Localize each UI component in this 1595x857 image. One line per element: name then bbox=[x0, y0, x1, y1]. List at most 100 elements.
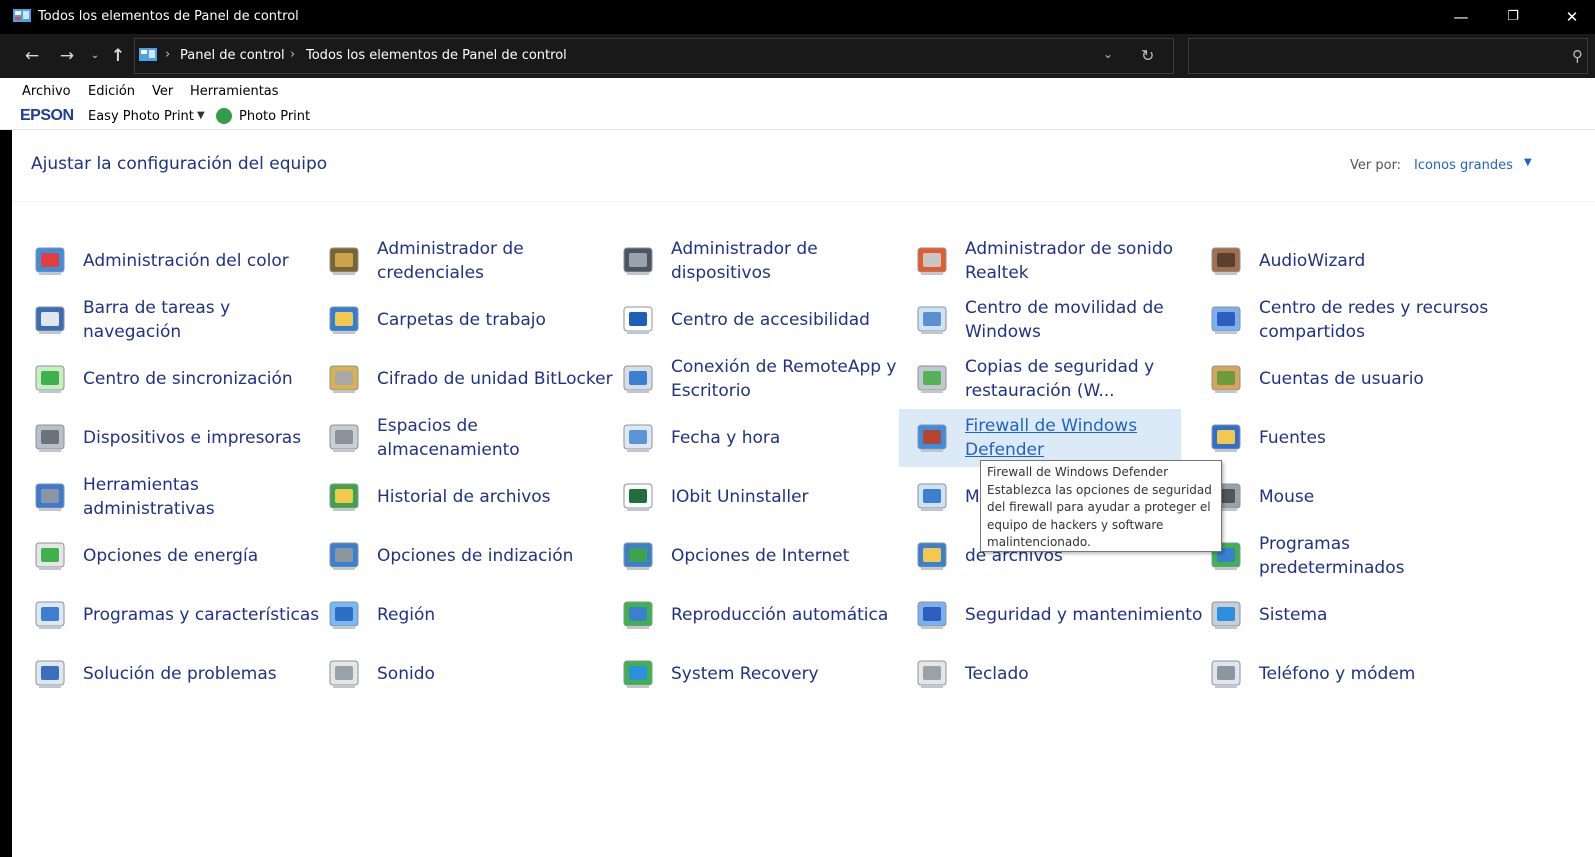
cp-item[interactable]: Administrador de sonido Realtek bbox=[915, 232, 1201, 290]
cp-item-label[interactable]: Conexión de RemoteApp y Escritorio bbox=[671, 350, 911, 408]
cp-item-label[interactable]: Centro de accesibilidad bbox=[671, 291, 911, 349]
cp-item-label[interactable]: Administración del color bbox=[83, 232, 323, 290]
cp-item-label[interactable]: Programas predeterminados bbox=[1259, 527, 1499, 585]
cp-item-label[interactable]: Dispositivos e impresoras bbox=[83, 409, 323, 467]
menu-archivo[interactable]: Archivo bbox=[22, 84, 71, 99]
cp-item[interactable]: Administración del color bbox=[33, 232, 319, 290]
cp-item-label[interactable]: Administrador de sonido Realtek bbox=[965, 232, 1205, 290]
search-input[interactable]: ⚲ bbox=[1188, 38, 1588, 74]
restore-button[interactable]: ❐ bbox=[1490, 4, 1536, 30]
breadcrumb-all-items[interactable]: Todos los elementos de Panel de control bbox=[306, 48, 567, 63]
breadcrumb-control-panel[interactable]: Panel de control bbox=[180, 48, 285, 63]
cp-item-label[interactable]: Teclado bbox=[965, 645, 1205, 703]
cp-item-label[interactable]: Herramientas administrativas bbox=[83, 468, 323, 526]
cp-item-label[interactable]: AudioWizard bbox=[1259, 232, 1499, 290]
cp-item[interactable]: Copias de seguridad y restauración (W... bbox=[915, 350, 1201, 408]
cp-item[interactable]: Fecha y hora bbox=[621, 409, 907, 467]
cp-item-label[interactable]: Teléfono y módem bbox=[1259, 645, 1499, 703]
cp-item[interactable]: Cifrado de unidad BitLocker bbox=[327, 350, 613, 408]
cp-item-label[interactable]: Centro de redes y recursos compartidos bbox=[1259, 291, 1499, 349]
cp-item[interactable]: Dispositivos e impresoras bbox=[33, 409, 319, 467]
cp-item[interactable]: Espacios de almacenamiento bbox=[327, 409, 613, 467]
cp-item[interactable]: System Recovery bbox=[621, 645, 907, 703]
cp-item-label[interactable]: Reproducción automática bbox=[671, 586, 911, 644]
cp-item[interactable]: Administrador de credenciales bbox=[327, 232, 613, 290]
cp-item-label[interactable]: Centro de movilidad de Windows bbox=[965, 291, 1205, 349]
cp-item-label[interactable]: Fecha y hora bbox=[671, 409, 911, 467]
cp-item-label[interactable]: Región bbox=[377, 586, 617, 644]
dropdown-arrow-icon[interactable]: ▼ bbox=[197, 110, 205, 121]
cp-item[interactable]: Barra de tareas y navegación bbox=[33, 291, 319, 349]
cp-item[interactable]: Fuentes bbox=[1209, 409, 1495, 467]
cp-item[interactable]: Cuentas de usuario bbox=[1209, 350, 1495, 408]
cp-item[interactable]: Opciones de indización bbox=[327, 527, 613, 585]
cp-item-label[interactable]: Copias de seguridad y restauración (W... bbox=[965, 350, 1205, 408]
cp-item-label[interactable]: IObit Uninstaller bbox=[671, 468, 911, 526]
cp-item-label[interactable]: Sonido bbox=[377, 645, 617, 703]
cp-item-label[interactable]: Carpetas de trabajo bbox=[377, 291, 617, 349]
cp-item[interactable]: IObit Uninstaller bbox=[621, 468, 907, 526]
cp-item[interactable]: Seguridad y mantenimiento bbox=[915, 586, 1202, 644]
minimize-button[interactable]: — bbox=[1438, 4, 1484, 30]
cp-item[interactable]: Firewall de Windows Defender bbox=[899, 409, 1181, 467]
cp-item[interactable]: Programas predeterminados bbox=[1209, 527, 1495, 585]
cp-item[interactable]: Opciones de Internet bbox=[621, 527, 907, 585]
cp-item-label[interactable]: Seguridad y mantenimiento bbox=[965, 586, 1205, 644]
cp-item-label[interactable]: Cifrado de unidad BitLocker bbox=[377, 350, 617, 408]
cp-item-label[interactable]: Administrador de credenciales bbox=[377, 232, 617, 290]
recent-locations-chevron-icon[interactable]: ⌄ bbox=[83, 44, 107, 68]
cp-item-label[interactable]: Opciones de energía bbox=[83, 527, 323, 585]
cp-item[interactable]: Sonido bbox=[327, 645, 613, 703]
view-by-arrow-icon[interactable]: ▼ bbox=[1524, 157, 1532, 168]
refresh-icon[interactable]: ↻ bbox=[1141, 46, 1154, 65]
cp-item-label[interactable]: Historial de archivos bbox=[377, 468, 617, 526]
cp-item-label[interactable]: Cuentas de usuario bbox=[1259, 350, 1499, 408]
cp-item[interactable]: Centro de sincronización bbox=[33, 350, 319, 408]
cp-item-label[interactable]: Opciones de Internet bbox=[671, 527, 911, 585]
cp-item-label[interactable]: Programas y características bbox=[83, 586, 323, 644]
cp-item[interactable]: Mouse bbox=[1209, 468, 1495, 526]
cp-item-label[interactable]: System Recovery bbox=[671, 645, 911, 703]
cp-item[interactable]: Administrador de dispositivos bbox=[621, 232, 907, 290]
cp-item-label[interactable]: Sistema bbox=[1259, 586, 1499, 644]
menu-herramientas[interactable]: Herramientas bbox=[190, 84, 279, 99]
photo-print-icon[interactable] bbox=[216, 108, 232, 124]
cp-item[interactable]: Opciones de energía bbox=[33, 527, 319, 585]
easy-photo-print-button[interactable]: Easy Photo Print bbox=[88, 109, 194, 124]
cp-item-label[interactable]: Opciones de indización bbox=[377, 527, 617, 585]
breadcrumb-chevron-icon[interactable]: › bbox=[290, 47, 295, 62]
menu-edicion[interactable]: Edición bbox=[88, 84, 135, 99]
cp-item-label[interactable]: Mouse bbox=[1259, 468, 1499, 526]
cp-item[interactable]: Herramientas administrativas bbox=[33, 468, 319, 526]
cp-item-label[interactable]: Solución de problemas bbox=[83, 645, 323, 703]
cp-item[interactable]: Solución de problemas bbox=[33, 645, 319, 703]
cp-item[interactable]: Historial de archivos bbox=[327, 468, 613, 526]
cp-item[interactable]: Centro de movilidad de Windows bbox=[915, 291, 1201, 349]
cp-item[interactable]: Programas y características bbox=[33, 586, 319, 644]
forward-arrow-icon[interactable]: → bbox=[55, 44, 79, 68]
close-button[interactable]: ✕ bbox=[1549, 4, 1595, 30]
cp-item-label[interactable]: Administrador de dispositivos bbox=[671, 232, 911, 290]
up-arrow-icon[interactable]: ↑ bbox=[106, 44, 130, 68]
cp-item-label[interactable]: Fuentes bbox=[1259, 409, 1499, 467]
cp-item[interactable]: Centro de accesibilidad bbox=[621, 291, 907, 349]
cp-item[interactable]: Centro de redes y recursos compartidos bbox=[1209, 291, 1495, 349]
address-field[interactable]: › Panel de control › Todos los elementos… bbox=[134, 38, 1174, 74]
cp-item-label[interactable]: Barra de tareas y navegación bbox=[83, 291, 323, 349]
cp-item-label[interactable]: Espacios de almacenamiento bbox=[377, 409, 617, 467]
cp-item[interactable]: Conexión de RemoteApp y Escritorio bbox=[621, 350, 907, 408]
breadcrumb-chevron-icon[interactable]: › bbox=[165, 47, 170, 62]
search-icon[interactable]: ⚲ bbox=[1572, 47, 1583, 65]
cp-item-label[interactable]: Centro de sincronización bbox=[83, 350, 323, 408]
view-by-dropdown[interactable]: Iconos grandes bbox=[1414, 158, 1513, 173]
cp-item[interactable]: Teléfono y módem bbox=[1209, 645, 1495, 703]
cp-item[interactable]: AudioWizard bbox=[1209, 232, 1495, 290]
cp-item[interactable]: Reproducción automática bbox=[621, 586, 907, 644]
back-arrow-icon[interactable]: ← bbox=[20, 44, 44, 68]
cp-item[interactable]: Región bbox=[327, 586, 613, 644]
photo-print-button[interactable]: Photo Print bbox=[239, 109, 310, 124]
address-dropdown-icon[interactable]: ⌄ bbox=[1103, 47, 1113, 61]
cp-item-label[interactable]: Firewall de Windows Defender bbox=[965, 409, 1205, 467]
cp-item[interactable]: Teclado bbox=[915, 645, 1201, 703]
cp-item[interactable]: Carpetas de trabajo bbox=[327, 291, 613, 349]
